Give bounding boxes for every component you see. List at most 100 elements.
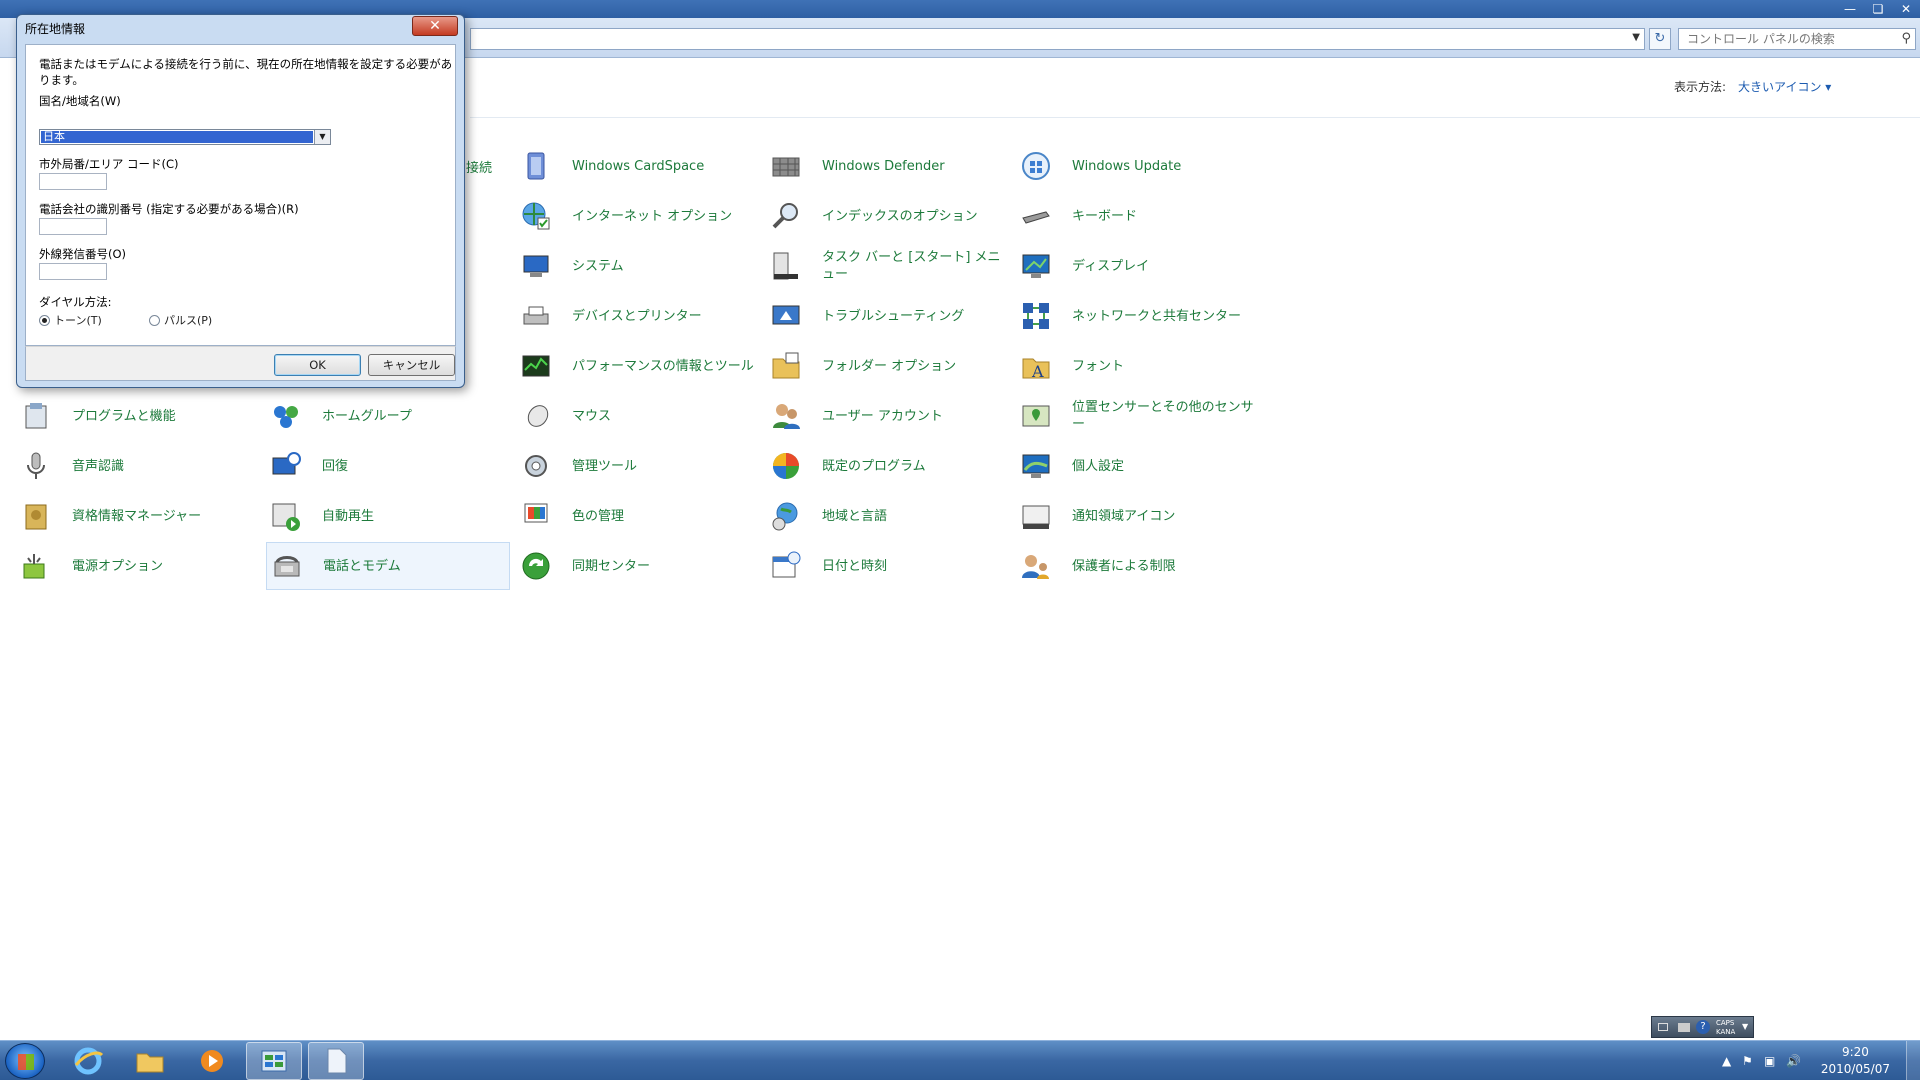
item-troubleshooting[interactable]: トラブルシューティング xyxy=(766,292,1010,340)
item-label: タスク バーと [スタート] メニュー xyxy=(822,250,1001,282)
item-notification-icons[interactable]: 通知領域アイコン xyxy=(1016,492,1260,540)
item-performance[interactable]: パフォーマンスの情報とツール xyxy=(516,342,760,390)
help-icon[interactable]: ? xyxy=(1696,1020,1710,1034)
item-color-management[interactable]: 色の管理 xyxy=(516,492,760,540)
item-devices-printers[interactable]: デバイスとプリンター xyxy=(516,292,760,340)
refresh-icon[interactable]: ↻ xyxy=(1649,28,1671,50)
item-internet-options[interactable]: インターネット オプション xyxy=(516,192,760,240)
maximize-icon[interactable]: ❏ xyxy=(1864,0,1892,18)
start-button[interactable] xyxy=(5,1043,45,1079)
view-by-dropdown[interactable]: 大きいアイコン ▾ xyxy=(1738,78,1831,95)
item-homegroup[interactable]: ホームグループ xyxy=(266,392,510,440)
personalization-icon xyxy=(1022,454,1050,478)
volume-icon[interactable]: 🔊 xyxy=(1786,1041,1801,1080)
action-center-flag-icon[interactable]: ⚑ xyxy=(1742,1041,1753,1080)
item-windows-cardspace[interactable]: Windows CardSpace xyxy=(516,142,760,190)
item-display[interactable]: ディスプレイ xyxy=(1016,242,1260,290)
dialog-footer: OK キャンセル xyxy=(25,346,456,381)
item-mouse[interactable]: マウス xyxy=(516,392,760,440)
ok-button[interactable]: OK xyxy=(274,354,361,376)
partial-item-label[interactable]: 接続 xyxy=(466,157,492,176)
address-bar[interactable]: ▼ xyxy=(470,28,1645,50)
pulse-radio[interactable]: パルス(P) xyxy=(149,312,212,328)
cardspace-icon xyxy=(527,152,545,180)
location-info-dialog: 所在地情報 ✕ 電話またはモデムによる接続を行う前に、現在の所在地情報を設定する… xyxy=(16,14,465,388)
item-autoplay[interactable]: 自動再生 xyxy=(266,492,510,540)
item-label: マウス xyxy=(572,408,612,424)
item-programs-features[interactable]: プログラムと機能 xyxy=(16,392,260,440)
dialog-intro-text: 電話またはモデムによる接続を行う前に、現在の所在地情報を設定する必要があります。 xyxy=(39,57,453,87)
dialog-title: 所在地情報 xyxy=(25,22,86,36)
item-fonts[interactable]: A フォント xyxy=(1016,342,1260,390)
item-system[interactable]: システム xyxy=(516,242,760,290)
radio-unchecked-icon[interactable] xyxy=(149,314,160,326)
search-input[interactable]: コントロール パネルの検索 ⚲ xyxy=(1678,28,1916,50)
carrier-code-field[interactable] xyxy=(39,218,107,235)
area-code-field[interactable] xyxy=(39,173,107,190)
item-windows-defender[interactable]: Windows Defender xyxy=(766,142,1010,190)
item-folder-options[interactable]: フォルダー オプション xyxy=(766,342,1010,390)
minimize-icon[interactable]: — xyxy=(1836,0,1864,18)
item-parental-controls[interactable]: 保護者による制限 xyxy=(1016,542,1260,590)
item-indexing-options[interactable]: インデックスのオプション xyxy=(766,192,1010,240)
item-keyboard[interactable]: キーボード xyxy=(1016,192,1260,240)
item-sync-center[interactable]: 同期センター xyxy=(516,542,760,590)
item-taskbar-start-menu[interactable]: タスク バーと [スタート] メニュー xyxy=(766,242,1010,290)
taskbar-windows-explorer[interactable] xyxy=(122,1042,178,1080)
item-label: フォント xyxy=(1072,358,1125,374)
show-hidden-icons-icon[interactable]: ▲ xyxy=(1722,1041,1731,1080)
item-default-programs[interactable]: 既定のプログラム xyxy=(766,442,1010,490)
search-icon[interactable]: ⚲ xyxy=(1901,29,1911,49)
radio-checked-icon[interactable] xyxy=(39,314,50,326)
chevron-down-icon[interactable]: ▼ xyxy=(1632,32,1640,43)
taskbar-control-panel[interactable] xyxy=(246,1042,302,1080)
item-windows-update[interactable]: Windows Update xyxy=(1016,142,1260,190)
control-panel-icon xyxy=(261,1050,287,1072)
taskbar-internet-explorer[interactable] xyxy=(60,1042,116,1080)
chevron-down-icon[interactable]: ▼ xyxy=(1742,1022,1748,1031)
region-language-icon xyxy=(772,502,798,531)
svg-text:A: A xyxy=(1031,362,1044,381)
item-speech-recognition[interactable]: 音声認識 xyxy=(16,442,260,490)
outside-line-field[interactable] xyxy=(39,263,107,280)
item-phone-modem[interactable]: 電話とモデム xyxy=(266,542,510,590)
item-recovery[interactable]: 回復 xyxy=(266,442,510,490)
chevron-down-icon[interactable]: ▼ xyxy=(314,130,330,144)
taskbar-start-icon xyxy=(773,252,798,280)
close-icon[interactable]: ✕ xyxy=(1892,0,1920,18)
internet-options-icon xyxy=(522,202,550,230)
taskbar-media-player[interactable] xyxy=(184,1042,240,1080)
network-icon[interactable]: ▣ xyxy=(1764,1041,1775,1080)
item-date-time[interactable]: 日付と時刻 xyxy=(766,542,1010,590)
item-label: 電源オプション xyxy=(72,558,164,574)
tone-radio[interactable]: トーン(T) xyxy=(39,312,102,328)
item-power-options[interactable]: 電源オプション xyxy=(16,542,260,590)
country-select[interactable]: 日本 ▼ xyxy=(39,129,331,145)
item-label: 同期センター xyxy=(572,558,651,574)
taskbar-location-dialog[interactable] xyxy=(308,1042,364,1080)
keyboard-icon[interactable] xyxy=(1678,1023,1690,1032)
close-icon[interactable]: ✕ xyxy=(412,16,458,36)
autoplay-icon xyxy=(272,503,300,531)
windows-update-icon xyxy=(1022,152,1050,180)
document-icon xyxy=(327,1048,347,1074)
parental-controls-icon xyxy=(1022,555,1049,579)
item-admin-tools[interactable]: 管理ツール xyxy=(516,442,760,490)
item-label: デバイスとプリンター xyxy=(572,308,702,324)
internet-explorer-icon xyxy=(74,1047,104,1075)
item-user-accounts[interactable]: ユーザー アカウント xyxy=(766,392,1010,440)
item-label: ホームグループ xyxy=(322,408,412,424)
system-clock[interactable]: 9:20 2010/05/07 xyxy=(1821,1044,1890,1078)
item-location-sensors[interactable]: 位置センサーとその他のセンサー xyxy=(1016,392,1260,440)
item-network-sharing[interactable]: ネットワークと共有センター xyxy=(1016,292,1260,340)
language-bar[interactable]: ? CAPS KANA ▼ xyxy=(1651,1016,1754,1038)
ime-pad-icon[interactable] xyxy=(1658,1023,1668,1031)
item-label: 地域と言語 xyxy=(822,508,888,524)
show-desktop-button[interactable] xyxy=(1906,1041,1920,1080)
item-personalization[interactable]: 個人設定 xyxy=(1016,442,1260,490)
programs-features-icon xyxy=(25,403,47,429)
cancel-button[interactable]: キャンセル xyxy=(368,354,455,376)
media-player-icon xyxy=(201,1050,223,1072)
item-credential-manager[interactable]: 資格情報マネージャー xyxy=(16,492,260,540)
item-region-language[interactable]: 地域と言語 xyxy=(766,492,1010,540)
